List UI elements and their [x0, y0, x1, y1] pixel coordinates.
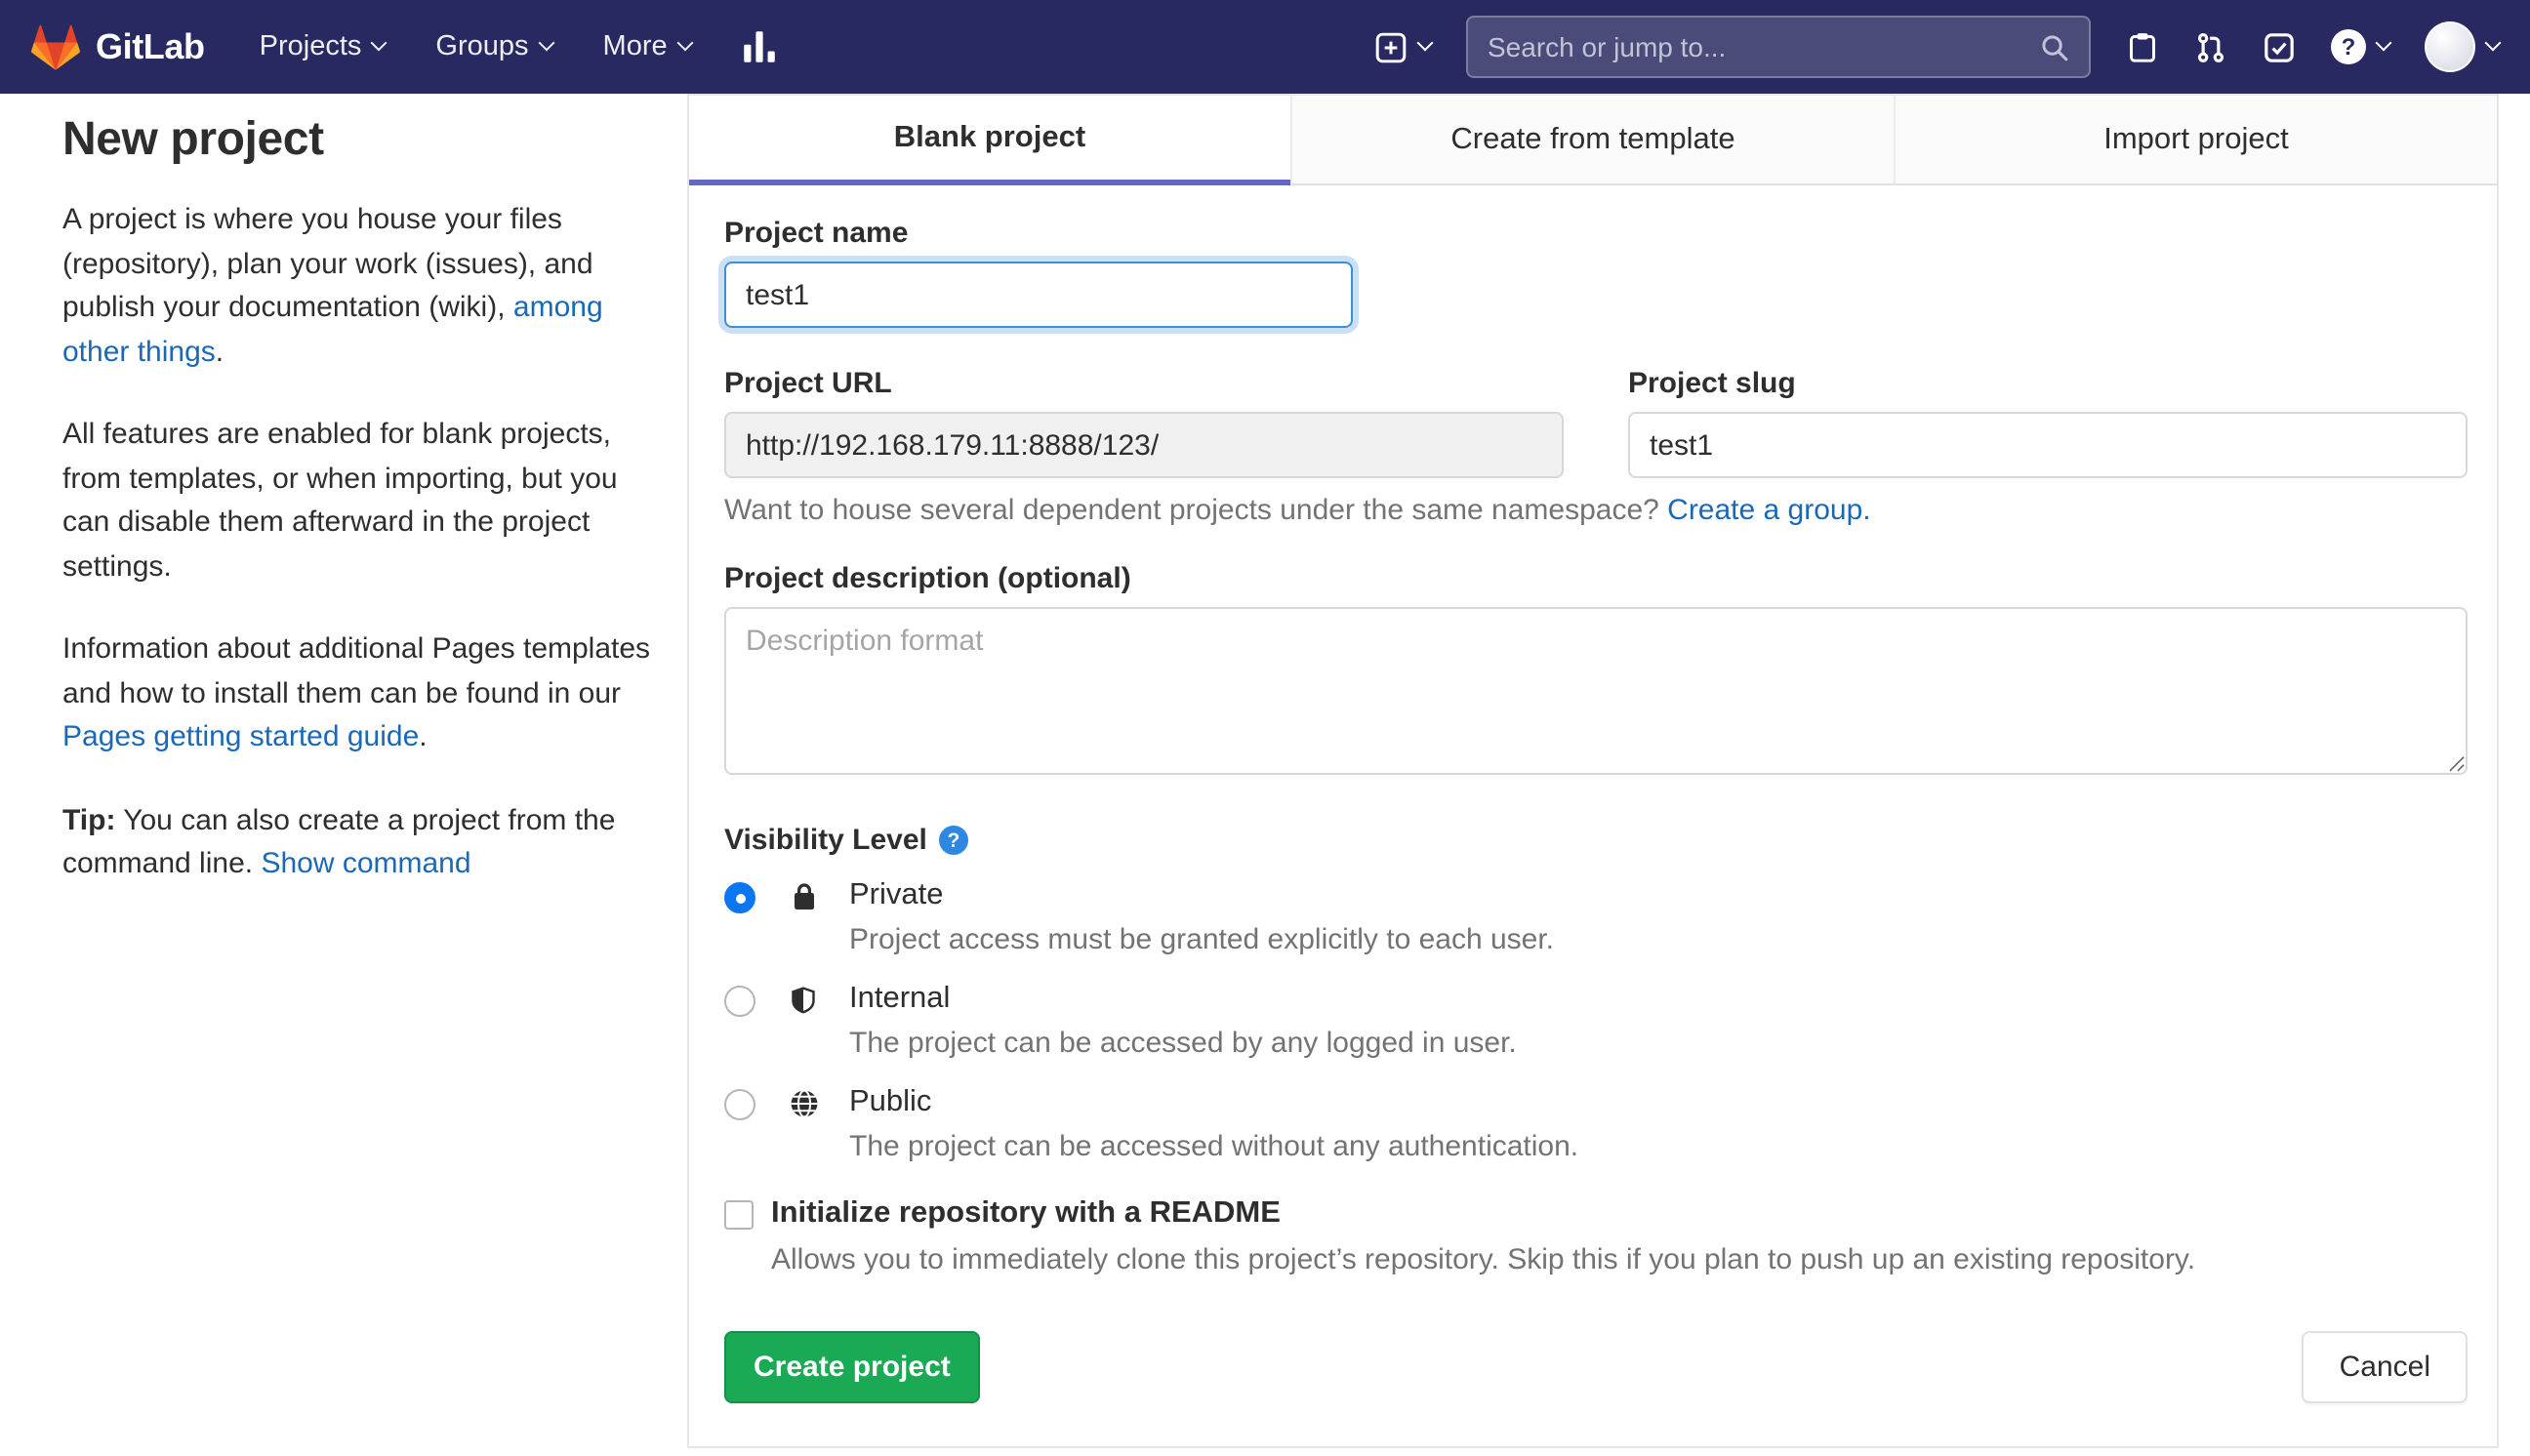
tab-import-project[interactable]: Import project: [1894, 96, 2497, 185]
paragraph-text: .: [215, 335, 224, 368]
nav-more-label: More: [602, 31, 668, 62]
pages-guide-link[interactable]: Pages getting started guide: [62, 720, 419, 753]
user-menu-button[interactable]: [2425, 21, 2502, 72]
internal-label: Internal: [849, 982, 951, 1015]
project-slug-input[interactable]: [1628, 412, 2468, 478]
help-icon: ?: [2331, 29, 2366, 64]
public-label: Public: [849, 1085, 932, 1118]
project-name-label: Project name: [724, 217, 909, 250]
tab-create-from-template[interactable]: Create from template: [1290, 96, 1894, 185]
todos-button[interactable]: [2263, 30, 2296, 63]
private-radio[interactable]: [724, 882, 755, 913]
analytics-button[interactable]: [742, 29, 777, 64]
form-actions: Create project Cancel: [724, 1331, 2468, 1403]
check-square-icon: [2263, 30, 2296, 63]
chevron-down-icon: [2375, 34, 2392, 52]
clipboard-issues-icon: [2126, 30, 2159, 63]
sidebar-paragraph-3: Information about additional Pages templ…: [62, 628, 652, 760]
visibility-option-private: Private Project access must be granted e…: [724, 876, 2468, 960]
project-url-field[interactable]: [724, 412, 1564, 478]
visibility-level-label: Visibility Level: [724, 824, 927, 857]
private-label: Private: [849, 878, 944, 911]
internal-description: The project can be accessed by any logge…: [849, 1027, 1517, 1060]
cancel-button[interactable]: Cancel: [2302, 1331, 2468, 1403]
internal-radio[interactable]: [724, 986, 755, 1017]
readme-checkbox[interactable]: [724, 1200, 754, 1230]
tab-blank-project[interactable]: Blank project: [689, 96, 1290, 185]
blank-project-form: Project name Project URL Project slug Wa…: [689, 185, 2497, 1446]
chevron-down-icon: [1416, 34, 1434, 52]
shield-icon: [789, 984, 828, 1027]
private-description: Project access must be granted explicitl…: [849, 923, 1555, 956]
bar-chart-icon: [742, 29, 777, 64]
visibility-options: Private Project access must be granted e…: [724, 876, 2468, 1167]
hint-text: Want to house several dependent projects…: [724, 494, 1668, 527]
nav-more[interactable]: More: [602, 31, 694, 62]
chevron-down-icon: [2484, 34, 2502, 52]
avatar: [2425, 21, 2475, 72]
merge-requests-button[interactable]: [2194, 30, 2227, 63]
new-project-panel: Blank project Create from template Impor…: [687, 94, 2499, 1448]
main-menu: Projects Groups More: [259, 31, 694, 62]
page-title: New project: [62, 113, 324, 166]
paragraph-text: Information about additional Pages templ…: [62, 632, 651, 709]
search-input[interactable]: [1488, 31, 2040, 62]
new-menu-button[interactable]: [1374, 30, 1434, 63]
visibility-option-public: Public The project can be accessed witho…: [724, 1083, 2468, 1167]
merge-request-icon: [2194, 30, 2227, 63]
chevron-down-icon: [538, 34, 555, 52]
project-name-input[interactable]: [724, 262, 1353, 328]
globe-icon: [789, 1087, 828, 1130]
top-navbar: GitLab Projects Groups More Search or ju…: [0, 0, 2530, 94]
new-project-sidebar: New project A project is where you house…: [0, 94, 687, 926]
public-radio[interactable]: [724, 1089, 755, 1120]
global-search: [1466, 16, 2091, 78]
nav-projects-label: Projects: [259, 31, 362, 62]
gitlab-tanuki-logo-icon: [31, 22, 80, 71]
initialize-readme-row: Initialize repository with a README Allo…: [724, 1194, 2468, 1280]
help-menu-button[interactable]: ?: [2331, 29, 2392, 64]
brand-wordmark: GitLab: [96, 26, 205, 65]
project-description-label: Project description (optional): [724, 562, 1131, 595]
readme-label: Initialize repository with a README: [771, 1196, 1281, 1230]
visibility-help-icon[interactable]: ?: [938, 826, 968, 855]
issues-button[interactable]: [2126, 30, 2159, 63]
nav-groups[interactable]: Groups: [435, 31, 555, 62]
readme-description: Allows you to immediately clone this pro…: [771, 1243, 2196, 1276]
sidebar-paragraph-2: All features are enabled for blank proje…: [62, 418, 618, 583]
paragraph-text: .: [419, 720, 428, 753]
tip-label: Tip:: [62, 803, 116, 836]
chevron-down-icon: [676, 34, 694, 52]
sidebar-tip: Tip: You can also create a project from …: [62, 799, 652, 887]
lock-icon: [789, 880, 828, 923]
visibility-option-internal: Internal The project can be accessed by …: [724, 980, 2468, 1064]
project-description-textarea[interactable]: [724, 607, 2468, 775]
project-url-label: Project URL: [724, 367, 892, 400]
create-project-button[interactable]: Create project: [724, 1331, 980, 1403]
plus-square-icon: [1374, 30, 1408, 63]
nav-groups-label: Groups: [435, 31, 529, 62]
sidebar-paragraph-1: A project is where you house your files …: [62, 199, 652, 375]
create-a-group-link[interactable]: Create a group.: [1667, 494, 1870, 527]
project-type-tabs: Blank project Create from template Impor…: [689, 96, 2497, 185]
project-slug-label: Project slug: [1628, 367, 1796, 400]
gitlab-new-project-page: GitLab Projects Groups More Search or ju…: [0, 0, 2530, 1456]
chevron-down-icon: [370, 34, 388, 52]
public-description: The project can be accessed without any …: [849, 1130, 1579, 1163]
search-icon: [2040, 32, 2069, 61]
show-command-link[interactable]: Show command: [261, 847, 470, 880]
gitlab-home-link[interactable]: GitLab: [31, 22, 205, 71]
nav-projects[interactable]: Projects: [259, 31, 388, 62]
namespace-hint: Want to house several dependent projects…: [724, 494, 2468, 527]
